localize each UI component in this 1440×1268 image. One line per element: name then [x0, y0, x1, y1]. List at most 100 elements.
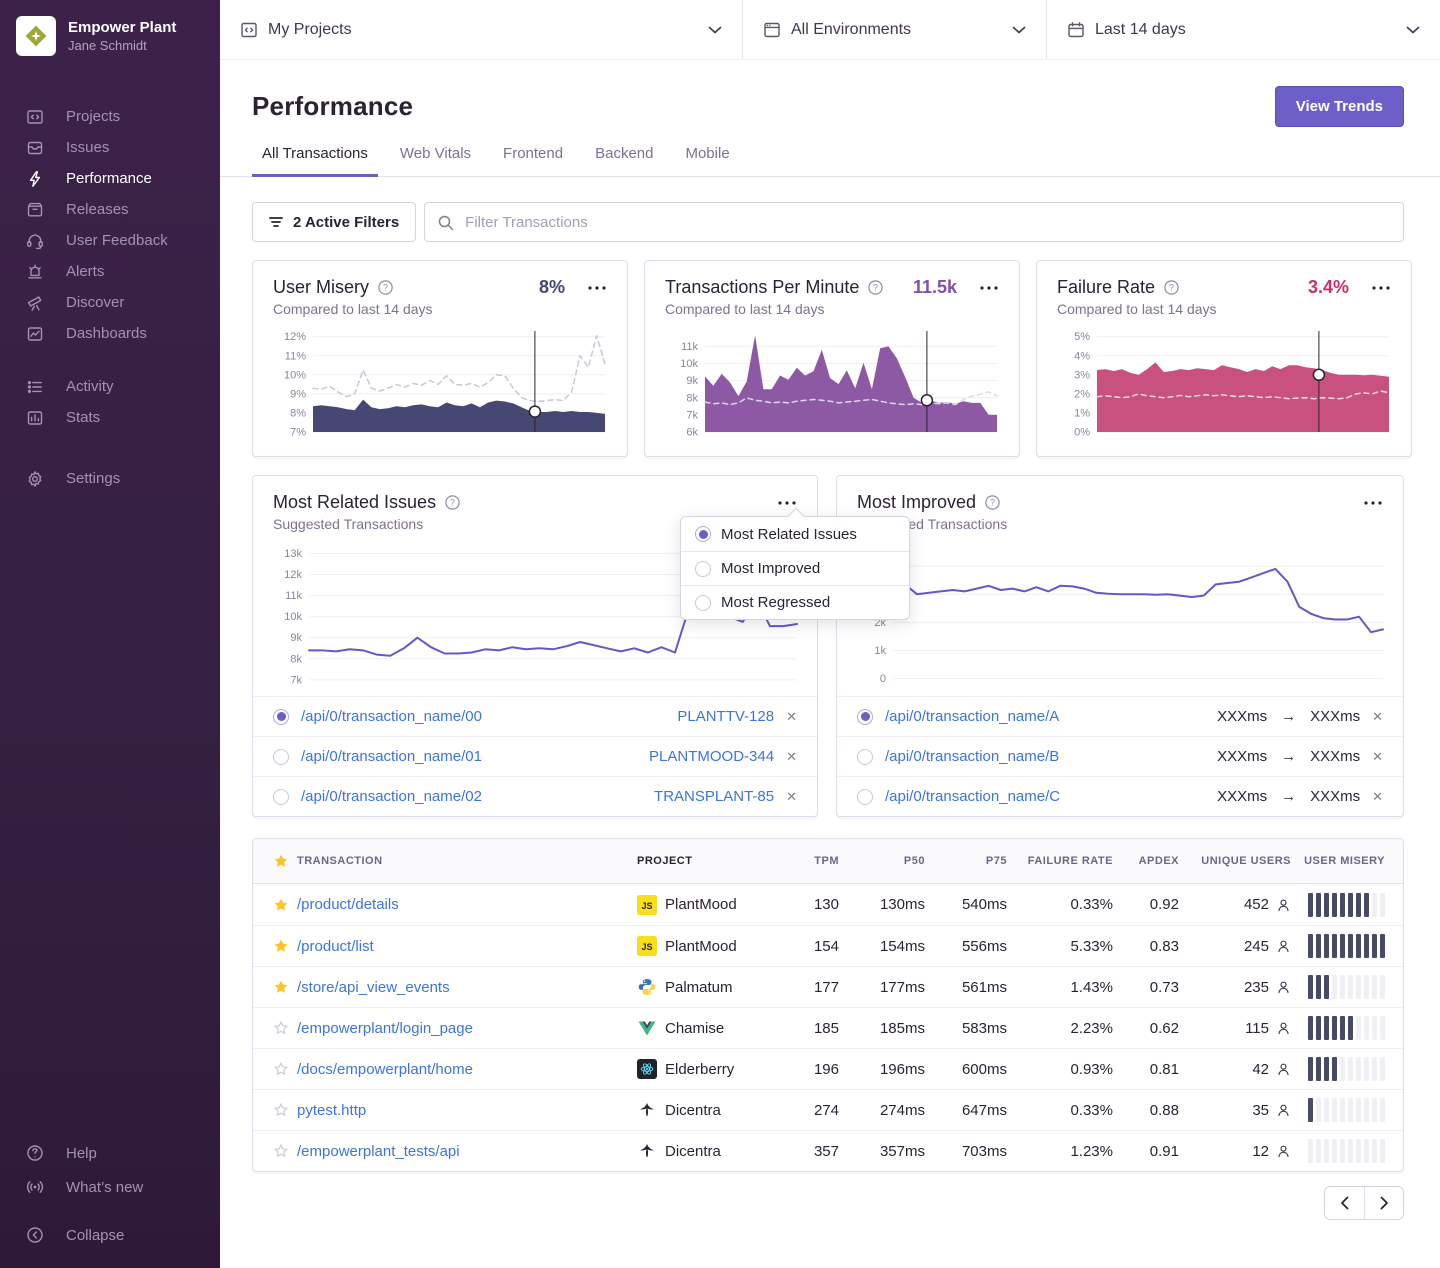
close-icon[interactable]: ✕: [786, 790, 797, 803]
org-switcher[interactable]: Empower Plant Jane Schmidt: [0, 0, 220, 72]
card-subtitle: Compared to last 14 days: [665, 301, 999, 317]
card-menu-icon[interactable]: [979, 286, 999, 290]
sidebar-item-projects[interactable]: Projects: [0, 101, 220, 132]
project-cell[interactable]: Dicentra: [637, 1100, 787, 1120]
project-cell[interactable]: Chamise: [637, 1018, 787, 1038]
tab-mobile[interactable]: Mobile: [675, 145, 739, 177]
sidebar-item-label: Alerts: [66, 263, 104, 280]
star-icon[interactable]: [253, 897, 297, 913]
transaction-link[interactable]: pytest.http: [297, 1102, 637, 1119]
star-icon[interactable]: [253, 979, 297, 995]
svg-text:7%: 7%: [290, 427, 306, 439]
environment-filter-label: All Environments: [791, 21, 911, 39]
radio-button[interactable]: [857, 749, 873, 765]
help-icon[interactable]: ?: [984, 494, 1001, 511]
failure-rate-card: Failure Rate?3.4%Compared to last 14 day…: [1036, 260, 1412, 457]
project-cell[interactable]: Dicentra: [637, 1141, 787, 1161]
transaction-link[interactable]: /api/0/transaction_name/01: [301, 748, 482, 765]
star-icon[interactable]: [253, 1020, 297, 1036]
trend-cards: Most Related Issues ? Suggested Transact…: [252, 475, 1404, 817]
sidebar-item-dashboards[interactable]: Dashboards: [0, 318, 220, 349]
view-trends-button[interactable]: View Trends: [1275, 86, 1404, 127]
sidebar-item-stats[interactable]: Stats: [0, 402, 220, 433]
environment-filter-dropdown[interactable]: All Environments: [742, 0, 1046, 59]
project-cell[interactable]: Elderberry: [637, 1059, 787, 1079]
close-icon[interactable]: ✕: [1372, 750, 1383, 763]
sidebar-collapse-button[interactable]: Collapse: [0, 1218, 220, 1252]
star-icon[interactable]: [253, 1143, 297, 1159]
tab-frontend[interactable]: Frontend: [493, 145, 573, 177]
help-icon[interactable]: ?: [1163, 279, 1180, 296]
sidebar-item-what-s-new[interactable]: What’s new: [0, 1170, 220, 1204]
active-filters-button[interactable]: 2 Active Filters: [252, 202, 416, 242]
filter-icon: [269, 216, 283, 228]
settings-icon: [26, 470, 44, 488]
card-menu-icon[interactable]: [587, 286, 607, 290]
radio-button[interactable]: [857, 709, 873, 725]
close-icon[interactable]: ✕: [1372, 790, 1383, 803]
date-range-dropdown[interactable]: Last 14 days: [1046, 0, 1440, 59]
table-row: /empowerplant_tests/apiDicentra357357ms7…: [253, 1130, 1403, 1171]
star-icon[interactable]: [253, 1102, 297, 1118]
star-icon[interactable]: [253, 1061, 297, 1077]
sidebar-item-help[interactable]: Help: [0, 1136, 220, 1170]
help-icon[interactable]: ?: [377, 279, 394, 296]
duration-after: XXXms: [1310, 708, 1360, 725]
project-filter-dropdown[interactable]: My Projects: [220, 0, 742, 59]
tab-backend[interactable]: Backend: [585, 145, 663, 177]
svg-text:?: ?: [873, 283, 878, 293]
sidebar-item-activity[interactable]: Activity: [0, 371, 220, 402]
menu-item-most-regressed[interactable]: Most Regressed: [681, 585, 909, 619]
radio-button[interactable]: [273, 749, 289, 765]
radio-button[interactable]: [273, 789, 289, 805]
radio-button[interactable]: [857, 789, 873, 805]
radio-button[interactable]: [273, 709, 289, 725]
sidebar-item-alerts[interactable]: Alerts: [0, 256, 220, 287]
svg-text:0%: 0%: [1074, 427, 1090, 439]
project-cell[interactable]: JSPlantMood: [637, 895, 787, 915]
help-icon[interactable]: ?: [444, 494, 461, 511]
tab-all-transactions[interactable]: All Transactions: [252, 145, 378, 177]
close-icon[interactable]: ✕: [786, 750, 797, 763]
transaction-link[interactable]: /product/details: [297, 896, 637, 913]
transaction-link[interactable]: /empowerplant/login_page: [297, 1020, 637, 1037]
help-icon[interactable]: ?: [867, 279, 884, 296]
card-menu-icon[interactable]: [777, 501, 797, 505]
tab-web-vitals[interactable]: Web Vitals: [390, 145, 481, 177]
user-misery-bars: [1291, 1016, 1403, 1040]
sidebar-item-releases[interactable]: Releases: [0, 194, 220, 225]
transaction-link[interactable]: /store/api_view_events: [297, 979, 637, 996]
menu-item-most-improved[interactable]: Most Improved: [681, 551, 909, 585]
sidebar-item-issues[interactable]: Issues: [0, 132, 220, 163]
star-icon[interactable]: [253, 853, 297, 869]
project-cell[interactable]: JSPlantMood: [637, 936, 787, 956]
sidebar-item-discover[interactable]: Discover: [0, 287, 220, 318]
sidebar-item-settings[interactable]: Settings: [0, 463, 220, 494]
sidebar-item-user-feedback[interactable]: User Feedback: [0, 225, 220, 256]
duration-before: XXXms: [1217, 788, 1267, 805]
svg-text:9k: 9k: [290, 632, 302, 644]
card-menu-icon[interactable]: [1363, 501, 1383, 505]
page-title: Performance: [252, 91, 413, 122]
issue-link[interactable]: PLANTMOOD-344: [649, 748, 774, 765]
transaction-link[interactable]: /api/0/transaction_name/02: [301, 788, 482, 805]
transaction-link[interactable]: /api/0/transaction_name/C: [885, 788, 1060, 805]
card-menu-icon[interactable]: [1371, 286, 1391, 290]
transaction-link[interactable]: /docs/empowerplant/home: [297, 1061, 637, 1078]
svg-text:?: ?: [990, 498, 995, 508]
search-input[interactable]: [424, 202, 1404, 242]
sidebar-item-performance[interactable]: Performance: [0, 163, 220, 194]
issue-link[interactable]: PLANTTV-128: [677, 708, 774, 725]
previous-page-button[interactable]: [1325, 1187, 1364, 1219]
issue-link[interactable]: TRANSPLANT-85: [654, 788, 774, 805]
transaction-link[interactable]: /api/0/transaction_name/B: [885, 748, 1059, 765]
close-icon[interactable]: ✕: [1372, 710, 1383, 723]
next-page-button[interactable]: [1364, 1187, 1403, 1219]
star-icon[interactable]: [253, 938, 297, 954]
close-icon[interactable]: ✕: [786, 710, 797, 723]
transaction-link[interactable]: /empowerplant_tests/api: [297, 1143, 637, 1160]
transaction-link[interactable]: /product/list: [297, 938, 637, 955]
transaction-link[interactable]: /api/0/transaction_name/00: [301, 708, 482, 725]
transaction-link[interactable]: /api/0/transaction_name/A: [885, 708, 1059, 725]
project-cell[interactable]: Palmatum: [637, 977, 787, 997]
